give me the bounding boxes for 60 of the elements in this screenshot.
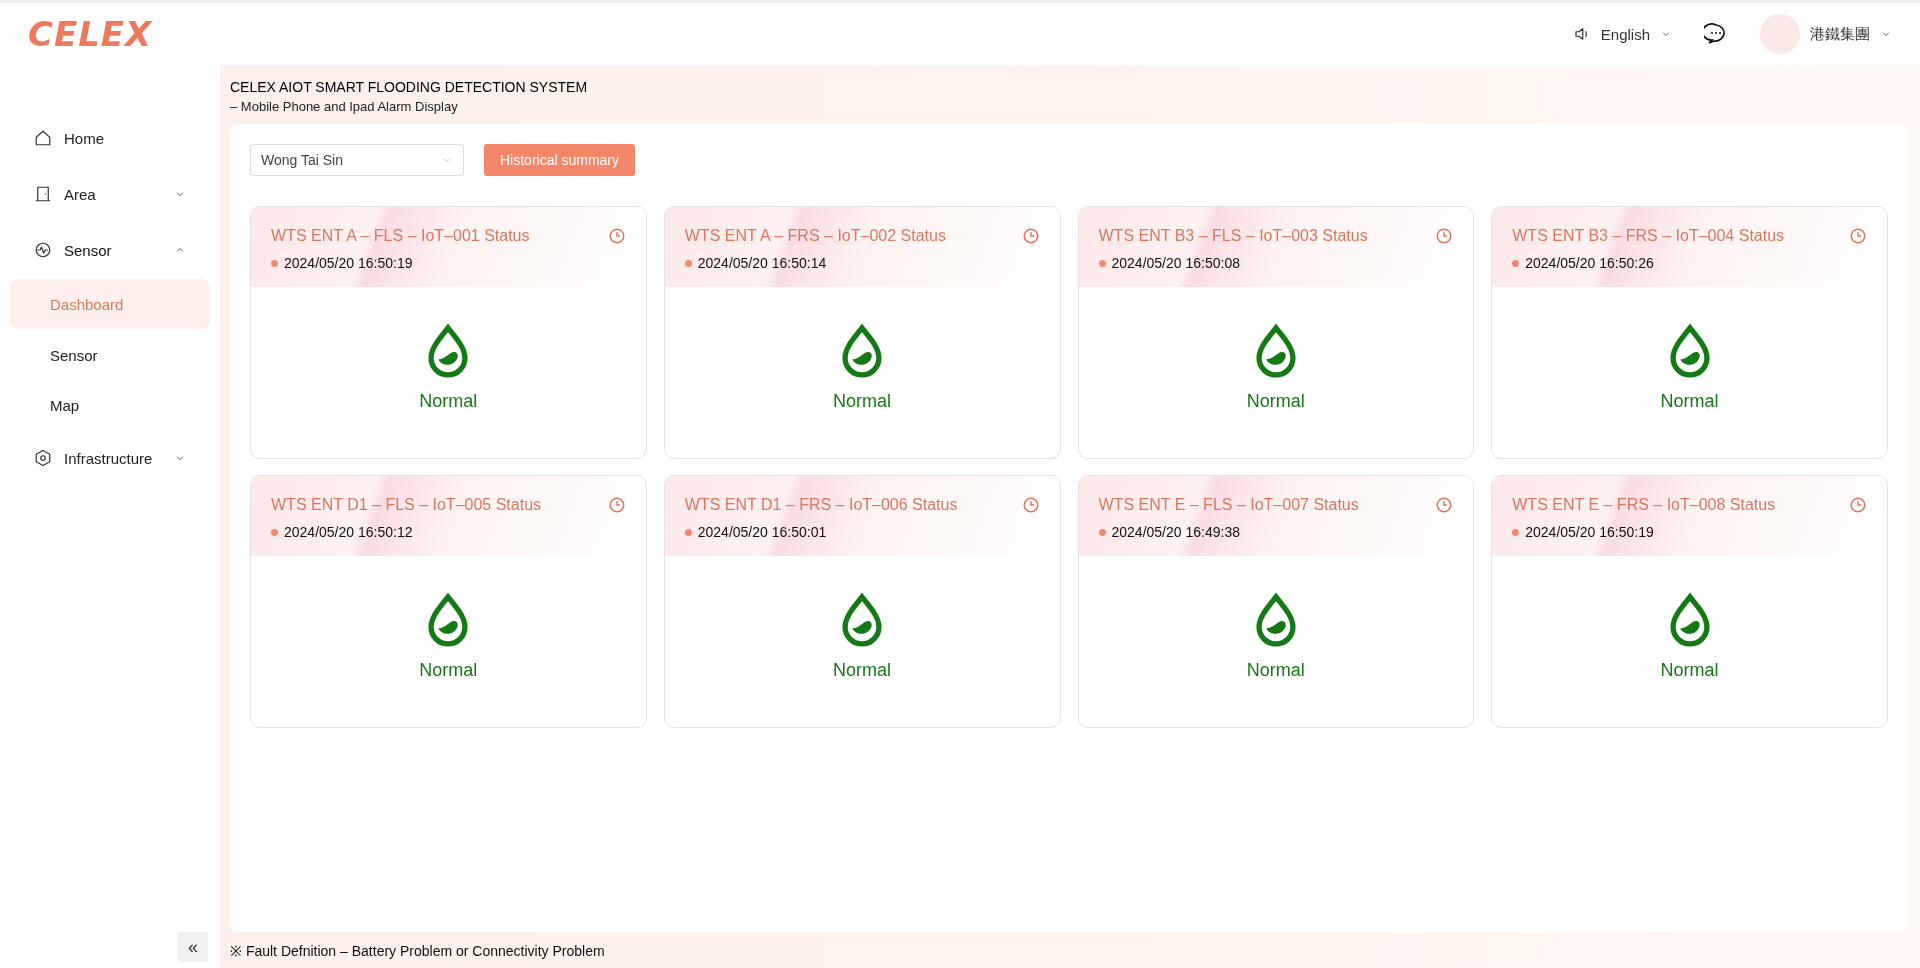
- clock-icon: [1435, 496, 1454, 514]
- timestamp: 2024/05/20 16:50:26: [1525, 255, 1654, 271]
- timestamp: 2024/05/20 16:50:19: [284, 255, 413, 271]
- card-title: WTS ENT D1 – FRS – IoT–006 Status: [684, 496, 958, 514]
- timestamp: 2024/05/20 16:50:12: [284, 524, 413, 540]
- sidebar-subitem[interactable]: Sensor: [10, 331, 210, 379]
- timestamp: 2024/05/20 16:50:14: [697, 255, 827, 271]
- status-label: Normal: [1660, 391, 1719, 412]
- sidebar-item[interactable]: Infrastructure: [10, 430, 210, 486]
- clock-icon: [607, 227, 626, 245]
- avatar: [1760, 14, 1800, 54]
- card-title: WTS ENT A – FLS – IoT–001 Status: [271, 227, 530, 245]
- timestamp: 2024/05/20 16:50:08: [1111, 255, 1240, 271]
- clock-icon: [607, 496, 626, 514]
- page-title: CELEX AIOT SMART FLOODING DETECTION SYSTEM: [230, 79, 589, 95]
- status-dot: [1512, 528, 1520, 536]
- sidebar-item[interactable]: Home: [10, 110, 210, 166]
- card-title: WTS ENT B3 – FLS – IoT–003 Status: [1098, 227, 1368, 245]
- clock-icon: [1849, 496, 1867, 514]
- card-title: WTS ENT B3 – FRS – IoT–004 Status: [1512, 227, 1785, 245]
- timestamp: 2024/05/20 16:50:01: [697, 524, 827, 540]
- status-dot: [1098, 528, 1106, 536]
- status-label: Normal: [419, 660, 478, 681]
- pulse-icon: [34, 241, 52, 259]
- clock-icon: [1021, 496, 1040, 514]
- hexagon-icon: [34, 449, 52, 467]
- status-dot: [684, 528, 692, 536]
- clock-icon: [1435, 227, 1454, 245]
- status-dot: [1512, 259, 1520, 267]
- clock-icon: [1021, 227, 1040, 245]
- status-dot: [684, 259, 692, 267]
- timestamp: 2024/05/20 16:49:38: [1111, 524, 1240, 540]
- user-menu[interactable]: 港鐵集團: [1754, 13, 1898, 55]
- area-dropdown[interactable]: Wong Tai Sin: [250, 144, 464, 176]
- sidebar-subitem[interactable]: Map: [10, 381, 210, 429]
- logo: CELEX: [28, 14, 153, 54]
- status-label: Normal: [419, 391, 478, 412]
- card-title: WTS ENT E – FRS – IoT–008 Status: [1512, 496, 1776, 514]
- status-dot: [271, 528, 278, 536]
- status-label: Normal: [1660, 660, 1719, 681]
- card-title: WTS ENT D1 – FLS – IoT–005 Status: [271, 496, 542, 514]
- home-icon: [34, 129, 52, 147]
- card-title: WTS ENT E – FLS – IoT–007 Status: [1098, 496, 1359, 514]
- status-label: Normal: [1246, 391, 1305, 412]
- timestamp: 2024/05/20 16:50:19: [1525, 524, 1654, 540]
- card-title: WTS ENT A – FRS – IoT–002 Status: [684, 227, 946, 245]
- language-dropdown[interactable]: English: [1566, 24, 1678, 44]
- door-icon: [34, 185, 52, 203]
- fault-definition-note: ※ Fault Defnition – Battery Problem or Connectivity Problem: [230, 941, 606, 961]
- chat-bubble-icon[interactable]: [1704, 22, 1728, 46]
- collapse-button[interactable]: «: [178, 932, 208, 962]
- page-subtitle: – Mobile Phone and Ipad Alarm Display: [230, 99, 459, 114]
- sidebar-item[interactable]: Sensor: [10, 222, 210, 278]
- status-label: Normal: [1246, 660, 1305, 681]
- status-label: Normal: [833, 391, 892, 412]
- clock-icon: [1849, 227, 1867, 245]
- sidebar-item[interactable]: Area: [10, 166, 210, 222]
- status-dot: [1098, 259, 1106, 267]
- status-dot: [271, 259, 278, 267]
- status-label: Normal: [833, 660, 892, 681]
